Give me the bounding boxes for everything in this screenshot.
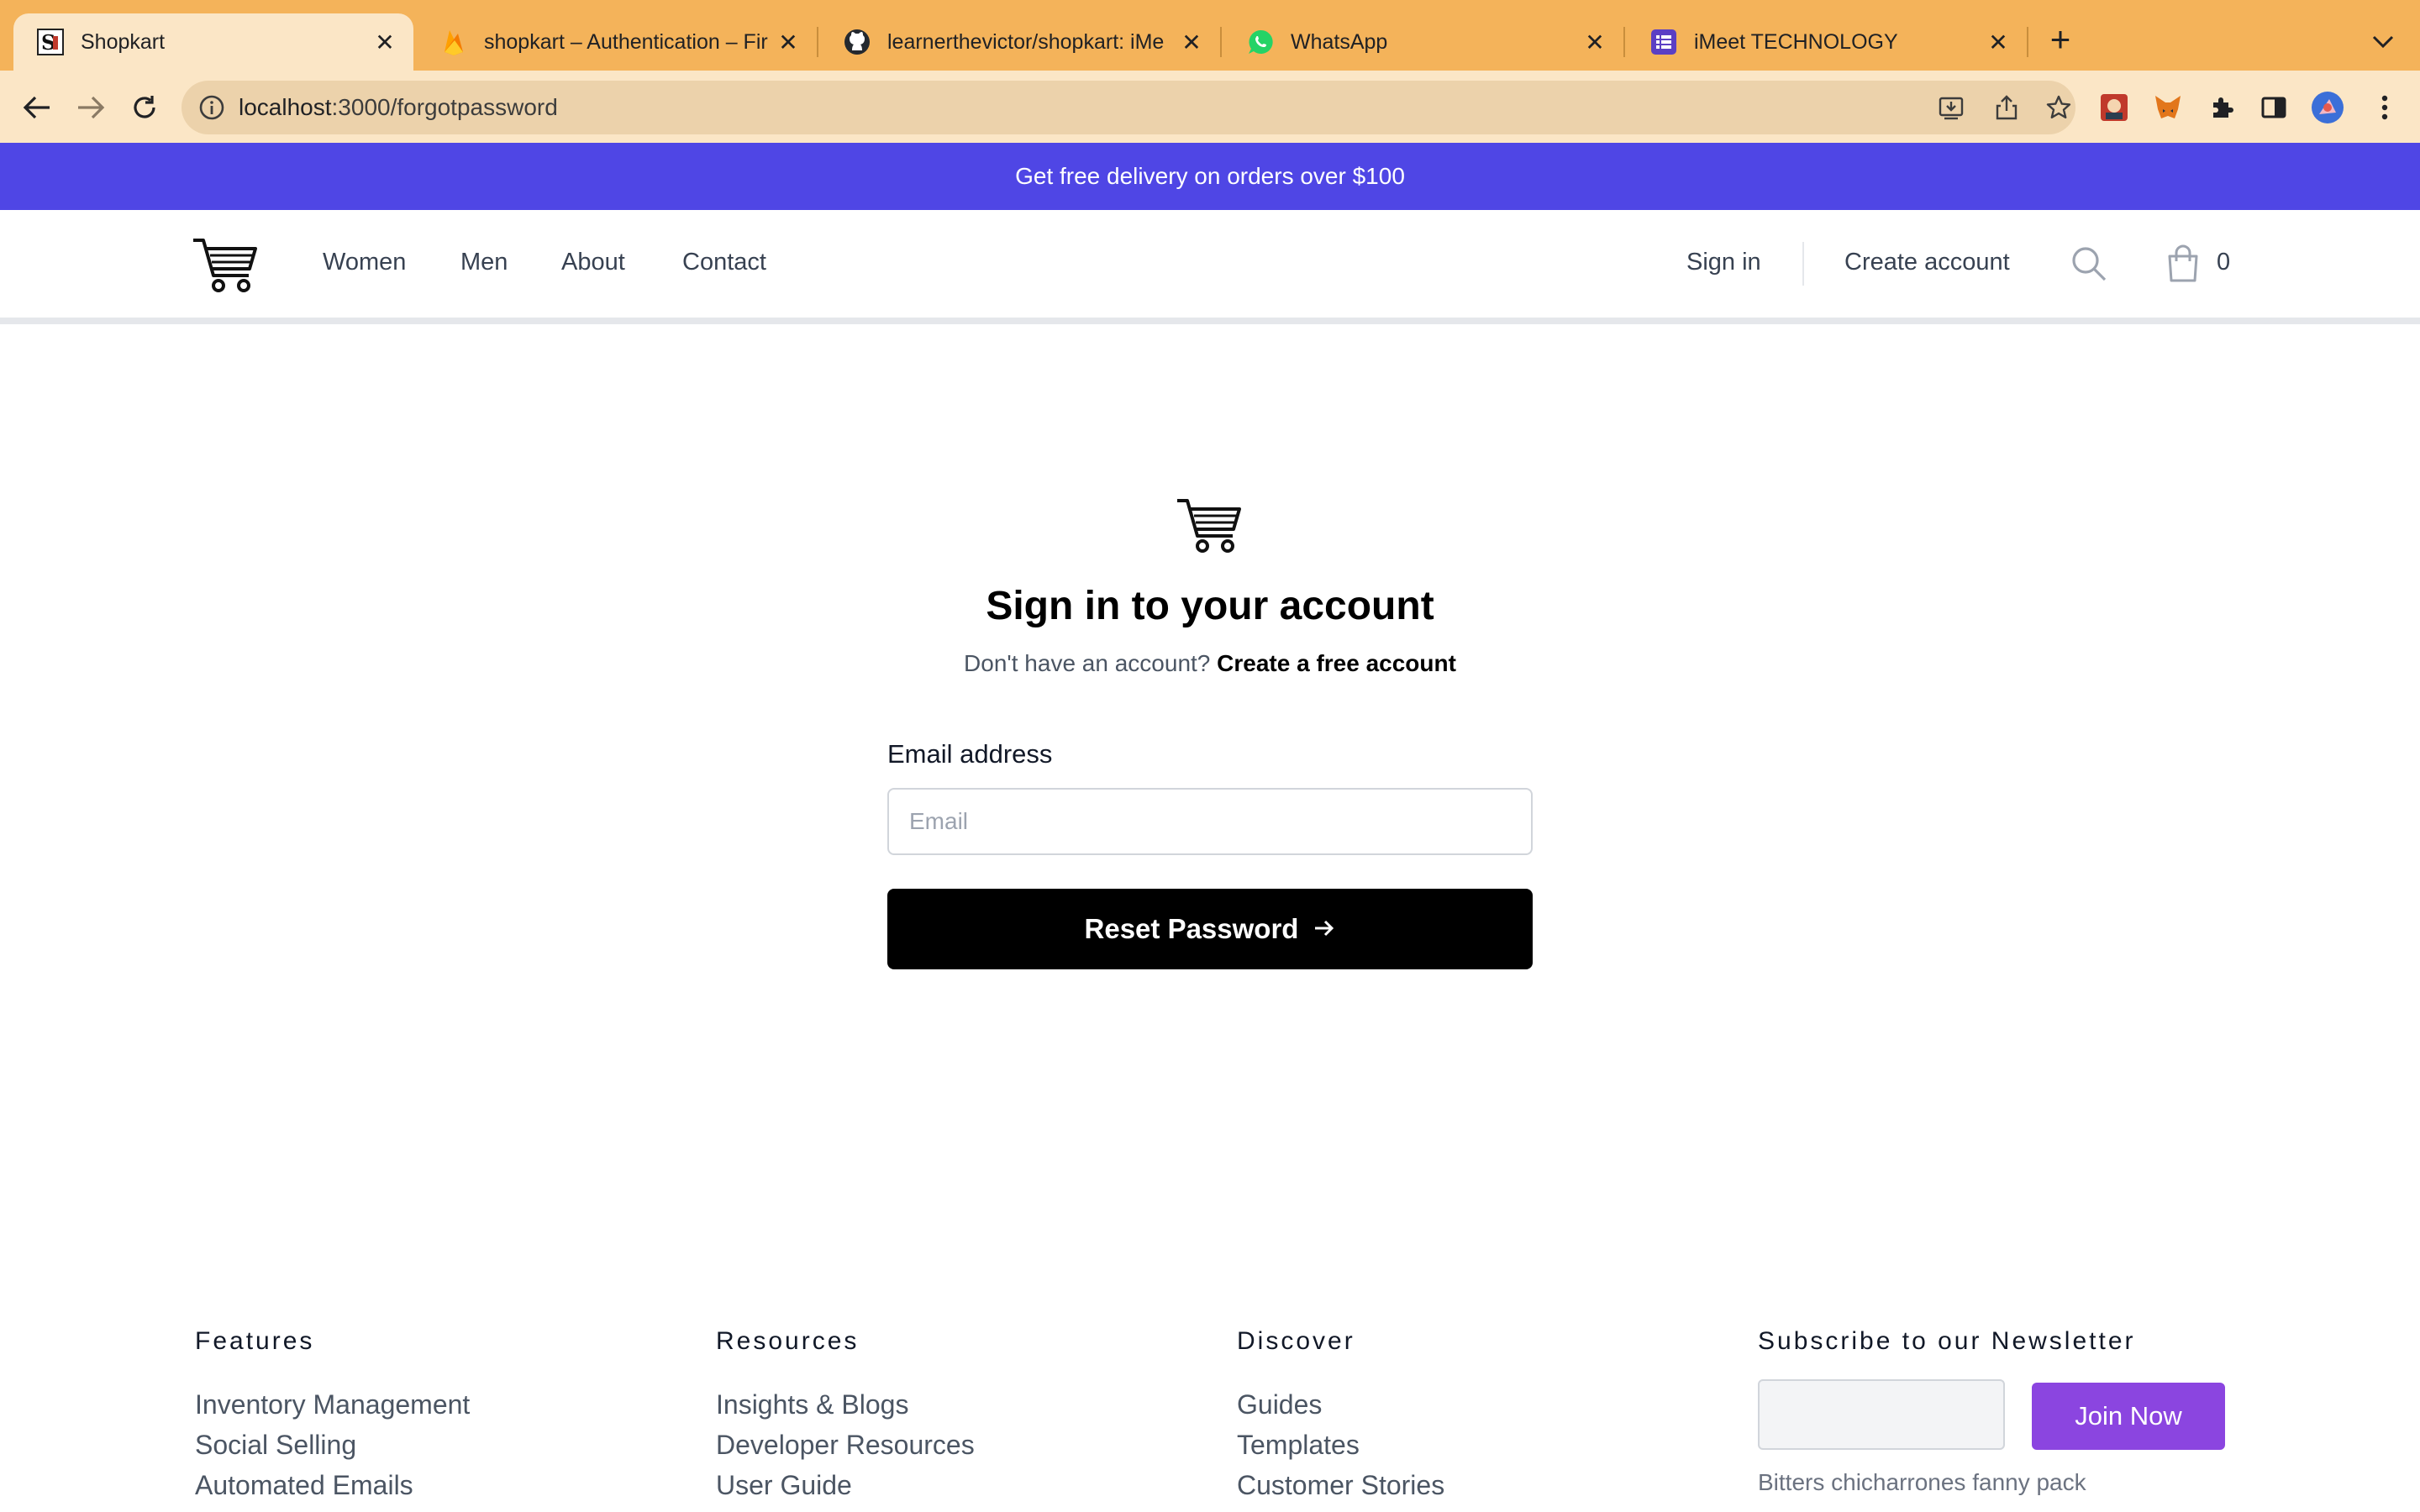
email-label: Email address (887, 739, 1053, 769)
newsletter-email-input[interactable] (1758, 1379, 2005, 1450)
tab-separator (817, 27, 818, 57)
footer-link[interactable]: Customer Stories (1237, 1465, 1444, 1505)
url-host: localhost (239, 94, 332, 120)
create-free-account-link[interactable]: Create a free account (1217, 650, 1456, 676)
site-info-icon[interactable] (198, 94, 225, 121)
nav-women[interactable]: Women (323, 249, 406, 276)
tab-title: Shopkart (81, 29, 166, 54)
tab-title: iMeet TECHNOLOGY (1694, 29, 1898, 54)
browser-menu-kebab-icon[interactable] (2368, 91, 2402, 124)
forward-arrow-icon[interactable] (72, 89, 109, 126)
browser-tab-shopkart[interactable]: S Shopkart ✕ (13, 13, 413, 71)
footer-features: Features Inventory Management Social Sel… (195, 1327, 470, 1505)
footer-link[interactable]: Social Selling (195, 1425, 470, 1465)
close-tab-icon[interactable]: ✕ (368, 25, 402, 59)
promo-text: Get free delivery on orders over $100 (1015, 163, 1405, 189)
tab-title: learnerthevictor/shopkart: iMe (887, 29, 1165, 54)
browser-tab-imeet[interactable]: iMeet TECHNOLOGY ✕ (1627, 13, 2027, 71)
address-bar[interactable]: localhost:3000/forgotpassword (182, 81, 2075, 134)
footer-link[interactable]: Inventory Management (195, 1384, 470, 1425)
tab-search-chevron-icon[interactable] (2366, 25, 2400, 59)
github-favicon (844, 29, 871, 55)
close-tab-icon[interactable]: ✕ (1981, 25, 2015, 59)
sign-in-link[interactable]: Sign in (1686, 249, 1761, 276)
email-field[interactable] (887, 788, 1533, 855)
shopkart-favicon: S (37, 29, 64, 55)
url-path: :3000/forgotpassword (331, 94, 558, 120)
browser-tab-github[interactable]: learnerthevictor/shopkart: iMe ✕ (820, 13, 1220, 71)
footer-newsletter: Subscribe to our Newsletter (1758, 1327, 2136, 1384)
tab-separator (1623, 27, 1625, 57)
install-app-icon[interactable] (1936, 92, 1966, 123)
newsletter-description: Bitters chicharrones fanny pack (1758, 1469, 2086, 1495)
profile-avatar-icon[interactable] (2311, 91, 2344, 124)
header-divider (1802, 242, 1804, 286)
firebase-favicon (440, 29, 467, 55)
footer-link[interactable]: Insights & Blogs (716, 1384, 975, 1425)
promo-banner: Get free delivery on orders over $100 (0, 143, 2420, 210)
footer-link[interactable]: Guides (1237, 1384, 1444, 1425)
create-account-link[interactable]: Create account (1844, 249, 2010, 276)
tab-title: WhatsApp (1291, 29, 1388, 54)
join-now-button[interactable]: Join Now (2032, 1383, 2225, 1450)
reset-password-label: Reset Password (1084, 913, 1299, 944)
whatsapp-favicon (1247, 29, 1274, 55)
reload-icon[interactable] (126, 89, 163, 126)
browser-tab-whatsapp[interactable]: WhatsApp ✕ (1223, 13, 1623, 71)
tab-separator (1220, 27, 1222, 57)
site-header: Women Men About Contact Sign in Create a… (0, 210, 2420, 319)
metamask-fox-icon[interactable] (2151, 91, 2185, 124)
tab-separator (2027, 27, 2028, 57)
page-title: Sign in to your account (986, 584, 1434, 628)
arrow-right-icon (1313, 913, 1335, 945)
close-tab-icon[interactable]: ✕ (1175, 25, 1208, 59)
footer-heading: Subscribe to our Newsletter (1758, 1327, 2136, 1355)
shopkart-logo-cart-icon[interactable] (192, 235, 259, 294)
shopping-bag-icon[interactable] (2161, 242, 2205, 286)
extensions-puzzle-icon[interactable] (2205, 91, 2238, 124)
extension-red-icon[interactable] (2097, 91, 2131, 124)
browser-tab-strip: S Shopkart ✕ shopkart – Authentication –… (0, 0, 2420, 71)
browser-tab-firebase[interactable]: shopkart – Authentication – Fir ✕ (417, 13, 817, 71)
nav-contact[interactable]: Contact (682, 249, 766, 276)
nav-about[interactable]: About (561, 249, 625, 276)
footer-link[interactable]: Automated Emails (195, 1465, 470, 1505)
footer-heading: Features (195, 1327, 315, 1355)
browser-toolbar: localhost:3000/forgotpassword (0, 71, 2420, 143)
reset-password-button[interactable]: Reset Password (887, 889, 1533, 969)
close-tab-icon[interactable]: ✕ (771, 25, 805, 59)
footer-heading: Discover (1237, 1327, 1355, 1355)
footer-link[interactable]: User Guide (716, 1465, 975, 1505)
share-icon[interactable] (1991, 92, 2022, 123)
cart-count: 0 (2217, 249, 2231, 276)
close-tab-icon[interactable]: ✕ (1578, 25, 1612, 59)
bookmark-star-icon[interactable] (2044, 92, 2074, 123)
imeet-favicon (1650, 29, 1677, 55)
tab-title: shopkart – Authentication – Fir (484, 29, 768, 54)
side-panel-icon[interactable] (2257, 91, 2291, 124)
footer-heading: Resources (716, 1327, 860, 1355)
footer-discover: Discover Guides Templates Customer Stori… (1237, 1327, 1444, 1505)
back-arrow-icon[interactable] (18, 89, 55, 126)
footer-link[interactable]: Developer Resources (716, 1425, 975, 1465)
auth-subtitle: Don't have an account? Create a free acc… (887, 650, 1533, 677)
search-icon[interactable] (2067, 242, 2111, 286)
footer-link[interactable]: Templates (1237, 1425, 1444, 1465)
new-tab-plus-icon[interactable]: + (2040, 20, 2081, 60)
footer-resources: Resources Insights & Blogs Developer Res… (716, 1327, 975, 1505)
url-text: localhost:3000/forgotpassword (239, 94, 558, 121)
auth-cart-logo-icon (1173, 496, 1245, 554)
auth-subtitle-text: Don't have an account? (964, 650, 1211, 676)
header-divider-bar (0, 318, 2420, 324)
nav-men[interactable]: Men (460, 249, 508, 276)
